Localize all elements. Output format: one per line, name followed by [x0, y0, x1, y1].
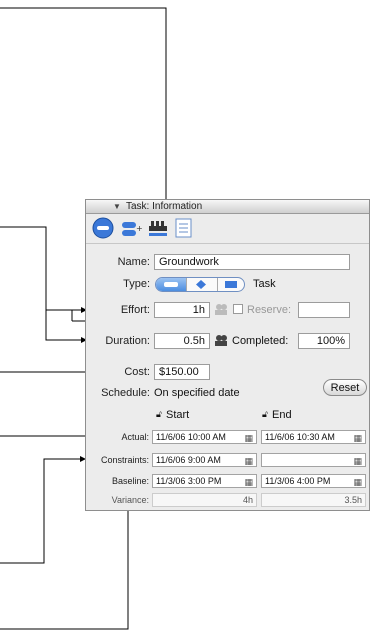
- calendar-icon[interactable]: ▦: [244, 455, 253, 467]
- duration-field[interactable]: 0.5h: [154, 333, 210, 349]
- reset-button[interactable]: Reset: [323, 379, 367, 396]
- inspector-toolbar: +: [86, 214, 369, 242]
- reserve-label: Reserve:: [247, 304, 292, 316]
- completed-label: Completed:: [232, 335, 289, 347]
- cell-text: 11/3/06 4:00 PM: [265, 476, 331, 486]
- panel-titlebar[interactable]: ▼ Task: Information: [86, 200, 369, 214]
- type-group-segment[interactable]: [216, 278, 244, 291]
- calendar-icon[interactable]: ▦: [244, 476, 253, 488]
- end-header: End: [272, 409, 292, 421]
- cell-text: 11/6/06 9:00 AM: [156, 455, 221, 465]
- calendar-icon[interactable]: ▦: [353, 455, 362, 467]
- notes-icon[interactable]: [173, 217, 195, 239]
- callout-effort: [0, 226, 72, 311]
- type-task-segment[interactable]: [156, 278, 186, 291]
- baseline-end-field[interactable]: 11/3/06 4:00 PM ▦: [261, 474, 366, 488]
- calendar-icon[interactable]: ▦: [353, 476, 362, 488]
- date-row-label: Actual:: [121, 432, 149, 442]
- date-row-label: Constraints:: [100, 455, 149, 465]
- variance-end-value: 3.5h: [261, 493, 366, 507]
- baseline-start-field[interactable]: 11/3/06 3:00 PM ▦: [152, 474, 257, 488]
- start-header: Start: [166, 409, 190, 421]
- actual-start-field[interactable]: 11/6/06 10:00 AM ▦: [152, 430, 257, 444]
- duration-people-icon[interactable]: [214, 334, 228, 346]
- constraint-end-field[interactable]: ▦: [261, 453, 366, 467]
- actual-end-field[interactable]: 11/6/06 10:30 AM ▦: [261, 430, 366, 444]
- cell-text: 11/6/06 10:30 AM: [265, 432, 335, 442]
- effort-field[interactable]: 1h: [154, 302, 210, 318]
- variance-start-value: 4h: [152, 493, 257, 507]
- task-info-panel: ▼ Task: Information + Name: Groundwork T…: [85, 199, 370, 511]
- effort-label: Effort:: [120, 304, 150, 316]
- date-row-label: Variance:: [111, 495, 149, 505]
- task-type-icon: [164, 282, 178, 287]
- reserve-field[interactable]: [298, 302, 350, 318]
- schedule-value[interactable]: On specified date: [154, 387, 240, 399]
- type-milestone-segment[interactable]: [186, 278, 218, 291]
- type-segmented-control[interactable]: [155, 277, 245, 292]
- toolbar-divider: [86, 243, 369, 244]
- callout-constraints: [0, 456, 86, 564]
- cost-field[interactable]: $150.00: [154, 364, 210, 380]
- cost-label: Cost:: [124, 366, 150, 378]
- cell-text: 11/3/06 3:00 PM: [156, 476, 222, 486]
- effort-people-icon[interactable]: [214, 303, 228, 315]
- date-row-label: Baseline:: [111, 476, 149, 486]
- group-icon: [225, 281, 237, 288]
- name-label: Name:: [117, 256, 150, 268]
- svg-text:+: +: [136, 224, 142, 233]
- constraint-start-field[interactable]: 11/6/06 9:00 AM ▦: [152, 453, 257, 467]
- type-label: Type:: [123, 278, 150, 290]
- dependencies-icon[interactable]: [147, 217, 169, 239]
- task-info-icon[interactable]: [92, 217, 114, 239]
- name-field[interactable]: Groundwork: [154, 254, 350, 270]
- start-lock-icon[interactable]: 🔓︎: [156, 409, 162, 420]
- milestone-icon: [196, 280, 206, 289]
- disclosure-triangle-icon[interactable]: ▼: [113, 200, 121, 213]
- end-lock-icon[interactable]: 🔓︎: [262, 409, 268, 420]
- completed-field[interactable]: 100%: [298, 333, 350, 349]
- cell-text: 11/6/06 10:00 AM: [156, 432, 226, 442]
- type-value: Task: [253, 278, 276, 290]
- reserve-checkbox[interactable]: [233, 304, 243, 314]
- resources-icon[interactable]: +: [120, 217, 142, 239]
- calendar-icon[interactable]: ▦: [244, 432, 253, 444]
- calendar-icon[interactable]: ▦: [353, 432, 362, 444]
- schedule-label: Schedule:: [101, 387, 150, 399]
- panel-title: Task: Information: [126, 201, 203, 212]
- duration-label: Duration:: [105, 335, 150, 347]
